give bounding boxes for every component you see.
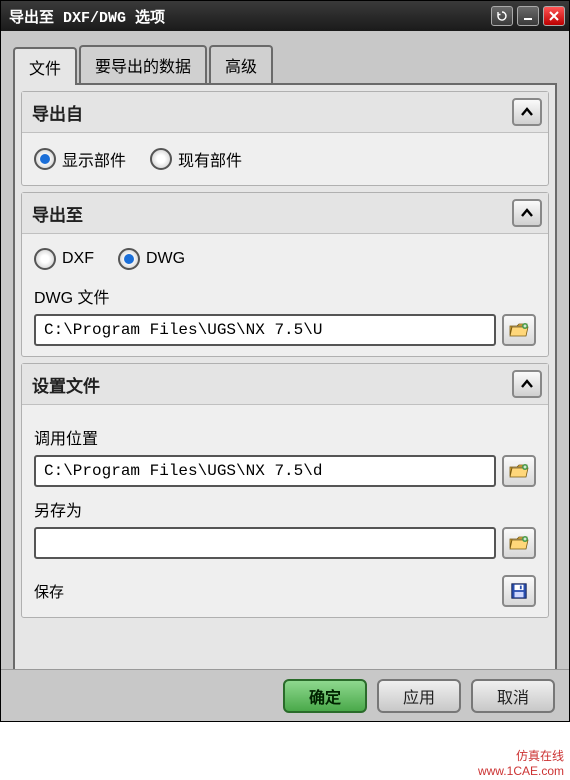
tab-file[interactable]: 文件 [13, 47, 77, 85]
folder-open-icon [509, 534, 529, 552]
radio-dxf[interactable]: DXF [34, 248, 94, 270]
radio-dxf-label: DXF [62, 250, 94, 268]
radio-dxf-input[interactable] [34, 248, 56, 270]
chevron-up-icon [520, 378, 534, 390]
section-settings-file: 设置文件 调用位置 [21, 363, 549, 618]
radio-existing-part[interactable]: 现有部件 [150, 147, 242, 171]
dwg-file-label: DWG 文件 [34, 284, 536, 308]
window-title: 导出至 DXF/DWG 选项 [9, 6, 491, 27]
dwg-file-row [34, 314, 536, 346]
radio-existing-part-input[interactable] [150, 148, 172, 170]
export-from-radio-group: 显示部件 现有部件 [34, 143, 536, 175]
radio-dwg-label: DWG [146, 250, 185, 268]
apply-button-label: 应用 [403, 690, 435, 707]
section-export-from-title: 导出自 [32, 100, 512, 125]
recall-label: 调用位置 [34, 425, 536, 449]
radio-dwg-input[interactable] [118, 248, 140, 270]
minimize-icon [522, 10, 534, 22]
radio-display-part-label: 显示部件 [62, 147, 126, 171]
apply-button[interactable]: 应用 [377, 679, 461, 713]
browse-dwg-file-button[interactable] [502, 314, 536, 346]
tab-data-label: 要导出的数据 [95, 59, 191, 76]
content-area: 文件 要导出的数据 高级 导出自 显示部件 [1, 31, 569, 669]
section-export-from: 导出自 显示部件 现有部件 [21, 91, 549, 186]
browse-saveas-button[interactable] [502, 527, 536, 559]
browse-recall-button[interactable] [502, 455, 536, 487]
recall-row [34, 455, 536, 487]
radio-dwg[interactable]: DWG [118, 248, 185, 270]
title-bar: 导出至 DXF/DWG 选项 [1, 1, 569, 31]
tab-strip: 文件 要导出的数据 高级 [13, 45, 557, 83]
tab-file-label: 文件 [29, 61, 61, 78]
section-export-to-body: DXF DWG DWG 文件 [22, 234, 548, 356]
reset-icon [496, 10, 508, 22]
cancel-button-label: 取消 [497, 690, 529, 707]
close-icon [548, 10, 560, 22]
section-export-from-header: 导出自 [22, 92, 548, 133]
section-export-to-title: 导出至 [32, 201, 512, 226]
cancel-button[interactable]: 取消 [471, 679, 555, 713]
radio-display-part[interactable]: 显示部件 [34, 147, 126, 171]
save-button[interactable] [502, 575, 536, 607]
saveas-label: 另存为 [34, 497, 536, 521]
section-settings-file-body: 调用位置 另存为 [22, 405, 548, 617]
section-settings-file-header: 设置文件 [22, 364, 548, 405]
dwg-file-input[interactable] [34, 314, 496, 346]
dialog-window: 导出至 DXF/DWG 选项 文件 要导出的数据 高级 导出自 [0, 0, 570, 722]
tab-advanced-label: 高级 [225, 59, 257, 76]
folder-open-icon [509, 321, 529, 339]
window-controls [491, 6, 565, 26]
tab-advanced[interactable]: 高级 [209, 45, 273, 83]
section-settings-file-title: 设置文件 [32, 372, 512, 397]
minimize-button[interactable] [517, 6, 539, 26]
watermark-line2: www.1CAE.com [478, 764, 564, 778]
close-button[interactable] [543, 6, 565, 26]
ok-button[interactable]: 确定 [283, 679, 367, 713]
saveas-input[interactable] [34, 527, 496, 559]
radio-display-part-input[interactable] [34, 148, 56, 170]
save-label: 保存 [34, 581, 64, 602]
folder-open-icon [509, 462, 529, 480]
section-export-to: 导出至 DXF DWG [21, 192, 549, 357]
dialog-footer: 确定 应用 取消 [1, 669, 569, 721]
section-export-from-body: 显示部件 现有部件 [22, 133, 548, 185]
export-to-radio-group: DXF DWG [34, 244, 536, 274]
chevron-up-icon [520, 106, 534, 118]
tab-body: 导出自 显示部件 现有部件 [13, 83, 557, 678]
reset-button[interactable] [491, 6, 513, 26]
collapse-settings-file[interactable] [512, 370, 542, 398]
collapse-export-from[interactable] [512, 98, 542, 126]
section-export-to-header: 导出至 [22, 193, 548, 234]
collapse-export-to[interactable] [512, 199, 542, 227]
ok-button-label: 确定 [309, 690, 341, 707]
watermark-line1: 仿真在线 [478, 749, 564, 763]
save-row: 保存 [34, 575, 536, 607]
floppy-disk-icon [509, 582, 529, 600]
watermark: 仿真在线 www.1CAE.com [478, 749, 564, 778]
chevron-up-icon [520, 207, 534, 219]
recall-input[interactable] [34, 455, 496, 487]
tab-data[interactable]: 要导出的数据 [79, 45, 207, 83]
saveas-row [34, 527, 536, 559]
radio-existing-part-label: 现有部件 [178, 147, 242, 171]
